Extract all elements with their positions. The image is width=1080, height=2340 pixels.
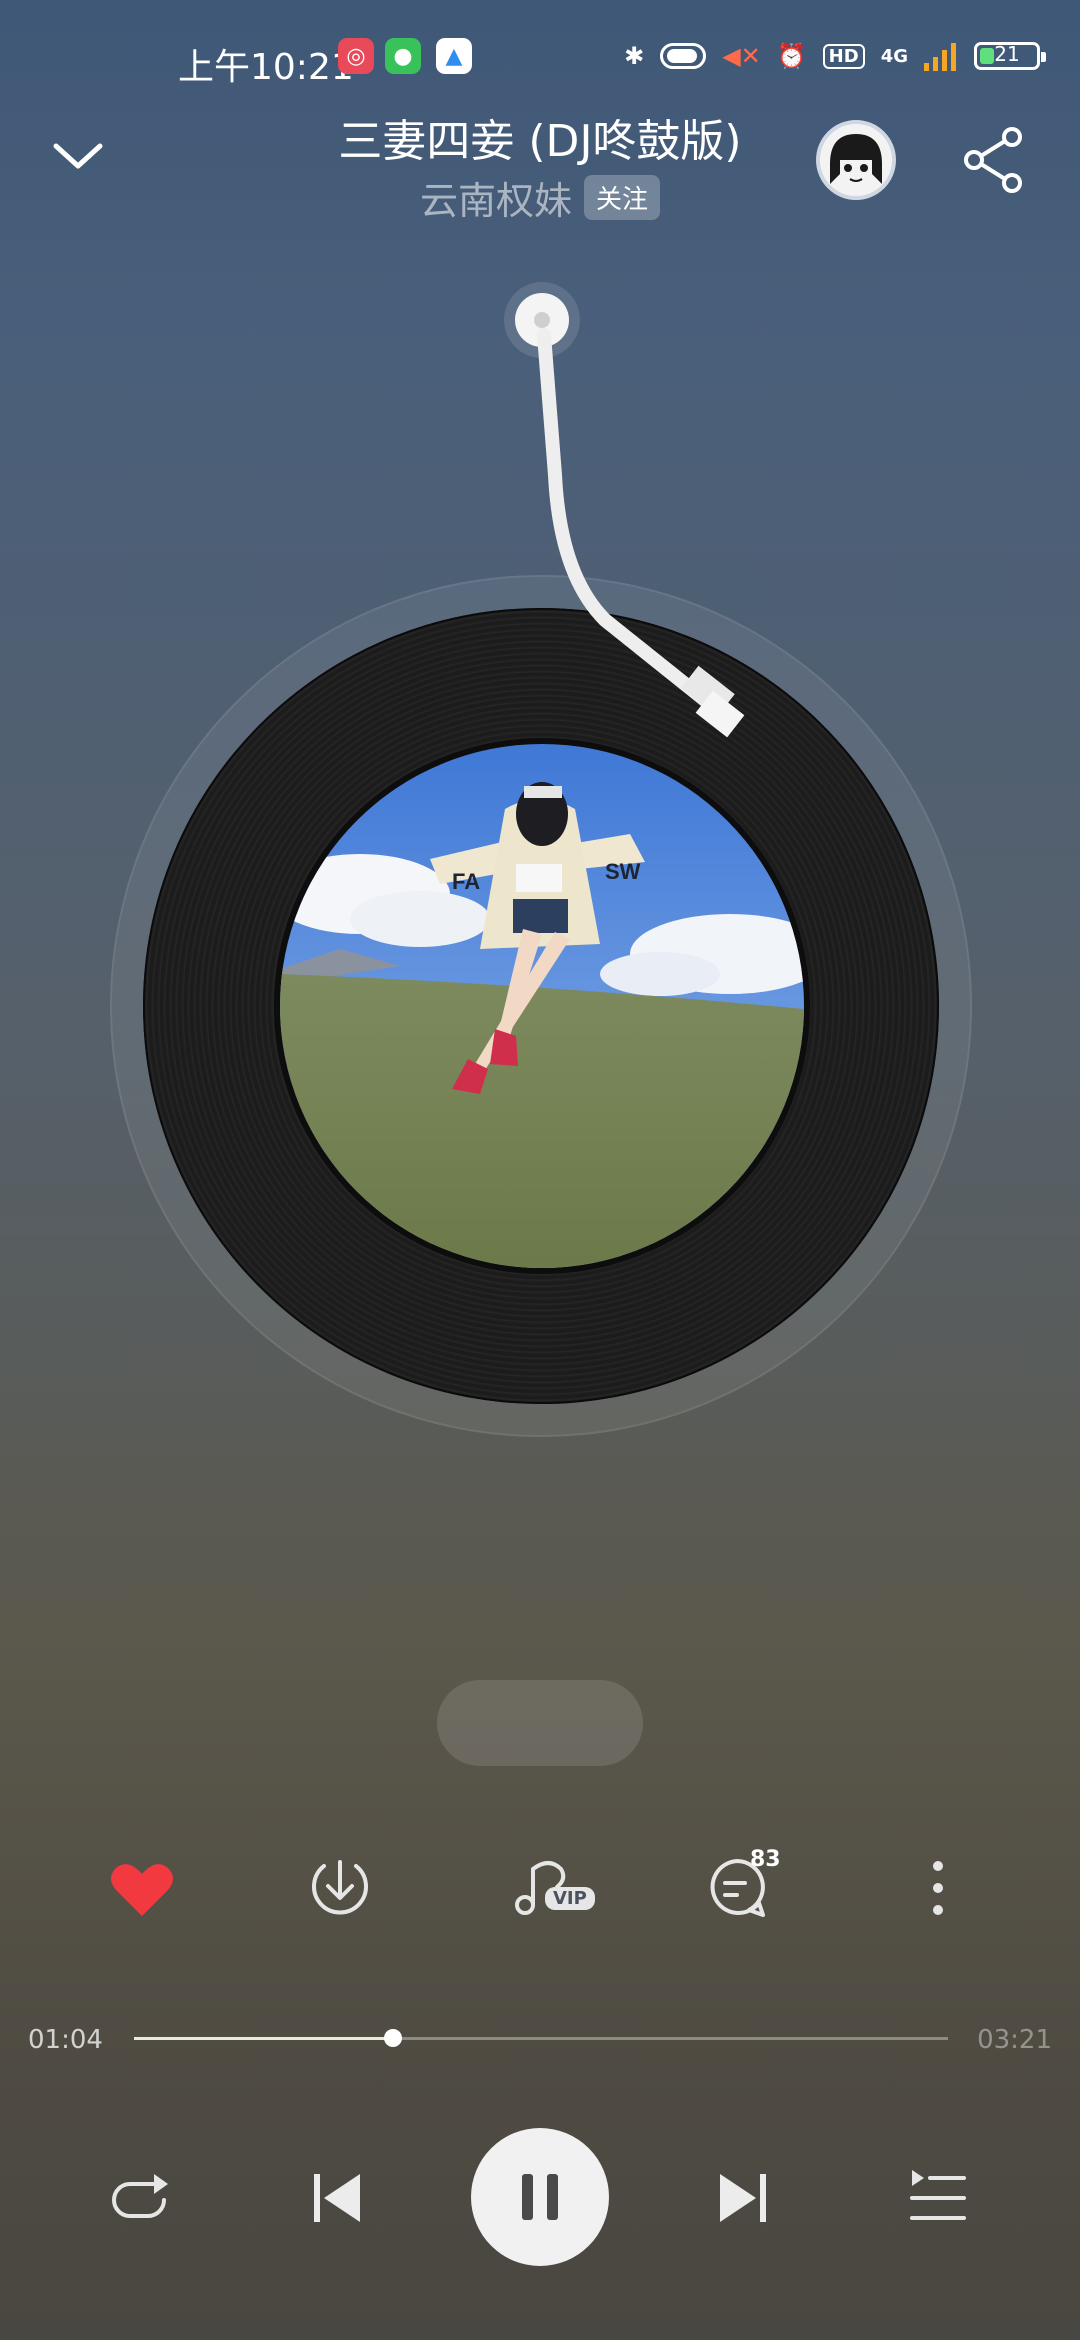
download-icon	[312, 1860, 368, 1915]
skip-previous-icon	[314, 2174, 360, 2222]
heart-icon	[111, 1864, 173, 1916]
repeat-button[interactable]	[108, 2168, 172, 2228]
status-icons: ✱ ◀✕ ⏰ HD 4G 21	[624, 34, 1046, 78]
download-button[interactable]	[308, 1856, 372, 1920]
pause-button[interactable]	[471, 2128, 609, 2266]
progress-elapsed	[134, 2037, 393, 2040]
album-cover[interactable]: FA SW	[274, 738, 810, 1274]
share-icon	[964, 127, 1022, 193]
share-button[interactable]	[960, 125, 1030, 195]
lyrics-toggle[interactable]	[437, 1680, 643, 1766]
repeat-icon	[112, 2174, 168, 2218]
avatar[interactable]	[816, 120, 896, 200]
svg-text:SW: SW	[605, 859, 641, 884]
sound-effect-vip-button[interactable]: VIP	[505, 1853, 595, 1923]
playlist-button[interactable]	[908, 2168, 968, 2228]
next-button[interactable]	[714, 2170, 770, 2226]
drive-app-icon: ▲	[436, 38, 472, 74]
previous-button[interactable]	[310, 2170, 366, 2226]
skip-next-icon	[720, 2174, 766, 2222]
follow-button[interactable]: 关注	[584, 175, 661, 220]
tonearm	[500, 275, 800, 775]
like-button[interactable]	[110, 1860, 174, 1918]
artist-name[interactable]: 云南权妹	[420, 170, 572, 225]
mute-icon: ◀✕	[722, 42, 761, 70]
status-bar: 上午10:21 ◎ ● ▲ ✱ ◀✕ ⏰ HD 4G 21	[0, 0, 1080, 110]
comment-count: 83	[750, 1847, 781, 1872]
song-title: 三妻四妾 (DJ咚鼓版)	[338, 116, 742, 167]
svg-text:FA: FA	[452, 869, 480, 894]
artist-row: 云南权妹 关注	[0, 170, 1080, 225]
playlist-icon	[910, 2170, 966, 2220]
more-button[interactable]	[928, 1858, 948, 1918]
toggle-icon	[660, 43, 707, 69]
wechat-app-icon: ●	[385, 38, 421, 74]
battery-level: 21	[994, 42, 1020, 66]
progress-thumb[interactable]	[383, 2029, 402, 2047]
battery-icon: 21	[974, 42, 1046, 70]
current-time: 01:04	[28, 2025, 103, 2055]
comments-button[interactable]: 83	[705, 1847, 805, 1925]
more-vertical-icon	[933, 1861, 943, 1915]
bluetooth-icon: ✱	[624, 42, 645, 70]
hd-badge: HD	[822, 43, 865, 69]
alarm-icon: ⏰	[776, 42, 807, 70]
signal-icon	[924, 41, 958, 71]
total-time: 03:21	[977, 2025, 1052, 2055]
network-label: 4G	[880, 45, 908, 67]
progress-bar[interactable]	[134, 2029, 948, 2047]
status-time: 上午10:21	[178, 47, 354, 88]
pause-icon	[522, 2174, 558, 2220]
netease-app-icon: ◎	[338, 38, 374, 74]
vip-badge: VIP	[545, 1887, 595, 1910]
